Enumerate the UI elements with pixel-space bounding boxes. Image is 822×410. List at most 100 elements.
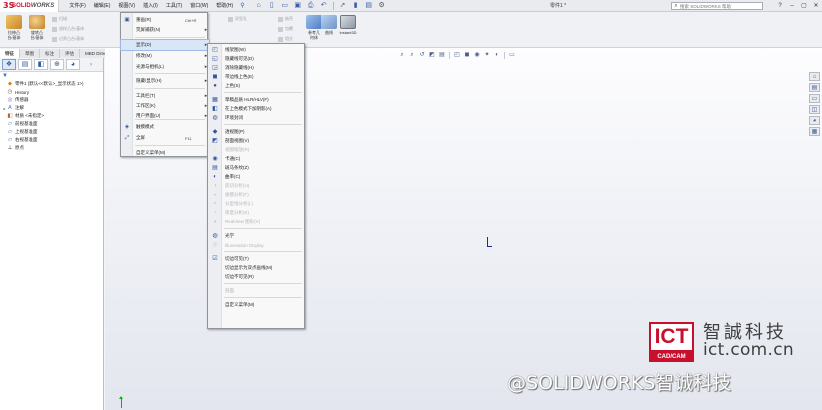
open-folder-icon[interactable]: ▭ (280, 1, 290, 11)
view-orientation-icon[interactable]: ◰ (453, 51, 461, 59)
wrap-button[interactable]: 包覆 (278, 26, 293, 32)
menu-file[interactable]: 文件(F) (65, 0, 89, 12)
restore-icon[interactable]: ▢ (798, 0, 810, 12)
pin-icon[interactable]: ⚲ (237, 2, 247, 9)
display-menu-item[interactable]: ◍ 环境封闭 (208, 114, 306, 122)
solidworks-logo[interactable]: 3S SOLIDWORKS (0, 0, 60, 12)
tree-item[interactable]: ◷ History (2, 88, 103, 96)
design-library-icon[interactable]: ▤ (809, 83, 820, 92)
display-menu-item[interactable]: ◐ 曲率(C) (208, 173, 306, 181)
menu-tools[interactable]: 工具(T) (162, 0, 186, 12)
tab-evaluate[interactable]: 评估 (60, 49, 80, 58)
solidworks-resources-icon[interactable]: ⌂ (809, 72, 820, 81)
tree-item[interactable]: ▱ 上视基准面 (2, 128, 103, 136)
display-menu-item[interactable]: ◩ 剖面视图(V) (208, 137, 306, 145)
display-menu-item[interactable]: ◲ 消除隐藏线(H) (208, 64, 306, 72)
extrude-boss-button[interactable]: 拉伸凸 台/基体 (3, 14, 25, 46)
tree-item[interactable]: ◆ 零件1 (默认<<默认>_显示状态 1>) (2, 80, 103, 88)
configuration-manager-tab-icon[interactable]: ◧ (34, 59, 48, 70)
display-menu-item[interactable]: 切边显示为双点画线(M) (208, 264, 306, 272)
menu-insert[interactable]: 插入(I) (139, 0, 162, 12)
boundary-boss-button[interactable]: 边界凸台/基体 (52, 36, 84, 42)
custom-properties-icon[interactable]: ▦ (809, 127, 820, 136)
display-menu-item[interactable]: 切边不可见(R) (208, 273, 306, 281)
display-menu-item[interactable]: ◉ 卡通(C) (208, 155, 306, 163)
tree-item[interactable]: ▸ A 注解 (2, 104, 103, 112)
dynamic-annotation-icon[interactable]: ▤ (438, 51, 446, 59)
view-menu-item[interactable]: 隐藏/显示(H) ▸ (121, 76, 209, 86)
more-tabs-chevron-icon[interactable]: › (90, 62, 92, 68)
minimize-icon[interactable]: – (786, 0, 798, 12)
sweep-button[interactable]: 扫描 (52, 16, 67, 22)
reference-triad[interactable] (118, 396, 126, 410)
menu-window[interactable]: 窗口(W) (186, 0, 212, 12)
menu-edit[interactable]: 编辑(E) (90, 0, 115, 12)
tree-item[interactable]: ▱ 前视基准面 (2, 120, 103, 128)
undo-icon[interactable]: ↶ (319, 1, 329, 11)
edit-appearance-icon[interactable]: ✦ (483, 51, 491, 59)
display-menu-item[interactable]: 自定义菜单(M) (208, 301, 306, 309)
display-menu-item[interactable]: ▦ 草稿品质 HLR/HLV(F) (208, 96, 306, 104)
view-menu-item[interactable]: 光源与相机(L) ▸ (121, 62, 209, 72)
help-question-icon[interactable]: ? (774, 0, 786, 12)
select-arrow-icon[interactable]: ➚ (338, 1, 348, 11)
zoom-to-fit-icon[interactable]: ⌕ (398, 51, 406, 59)
instant3d-button[interactable]: Instant3D (336, 14, 360, 46)
shell-button[interactable]: 抽壳 (278, 16, 293, 22)
hide-show-items-icon[interactable]: ◉ (473, 51, 481, 59)
tab-markup[interactable]: 标注 (40, 49, 60, 58)
view-menu-item[interactable]: 荧屏捕获(N) ▸ (121, 25, 209, 35)
hole-wizard-button[interactable]: 异型孔 (228, 16, 247, 22)
menu-view[interactable]: 视图(V) (114, 0, 139, 12)
property-manager-tab-icon[interactable]: ▤ (18, 59, 32, 70)
view-palette-icon[interactable]: ◫ (809, 105, 820, 114)
tree-item[interactable]: ⊥ 原点 (2, 144, 103, 152)
display-menu-item[interactable]: ▤ 斑马条纹(Z) (208, 164, 306, 172)
menu-help[interactable]: 帮助(H) (212, 0, 237, 12)
home-icon[interactable]: ⌂ (254, 1, 264, 11)
view-menu-item[interactable]: ◈ 触摸模式 (121, 122, 209, 132)
previous-view-icon[interactable]: ↺ (418, 51, 426, 59)
display-menu-item[interactable]: ☑ 切边可见(T) (208, 255, 306, 263)
search-icon[interactable]: ⌕ (672, 3, 680, 10)
display-menu-item[interactable]: ◰ 线架图(W) (208, 46, 306, 54)
appearances-icon[interactable]: ◕ (809, 116, 820, 125)
file-properties-icon[interactable]: ▤ (364, 1, 374, 11)
close-icon[interactable]: ✕ (810, 0, 822, 12)
display-menu-item[interactable]: ◧ 在上色模式下加阴影(A) (208, 105, 306, 113)
view-menu-item[interactable]: 工具栏(T) ▸ (121, 91, 209, 101)
apply-scene-icon[interactable]: ◐ (493, 51, 501, 59)
search-input[interactable] (680, 2, 758, 10)
display-menu-item[interactable]: ◍ 光学 (208, 232, 306, 240)
display-menu-item[interactable]: ● 上色(S) (208, 82, 306, 90)
display-manager-tab-icon[interactable]: ◕ (66, 59, 80, 70)
view-menu-item[interactable]: ⤢ 全屏 F11 (121, 133, 209, 143)
tree-item[interactable]: ◧ 材质 <未指定> (2, 112, 103, 120)
rebuild-icon[interactable]: ▮ (351, 1, 361, 11)
feature-manager-tab-icon[interactable]: ❖ (2, 59, 16, 70)
intersect-button[interactable]: 相交 (278, 36, 293, 42)
loft-button[interactable]: 放样凸台/基体 (52, 26, 84, 32)
tree-item[interactable]: ▱ 右视基准面 (2, 136, 103, 144)
view-settings-icon[interactable]: ▭ (508, 51, 516, 59)
display-style-icon[interactable]: ◼ (463, 51, 471, 59)
view-menu-item[interactable]: 自定义菜单(M) (121, 148, 209, 158)
tab-sketch[interactable]: 草图 (20, 49, 40, 58)
display-menu-item[interactable]: ◱ 隐藏线可见(D) (208, 55, 306, 63)
view-menu-item[interactable]: 显示(D) ▸ (120, 39, 210, 51)
file-explorer-icon[interactable]: ▭ (809, 94, 820, 103)
revolve-boss-button[interactable]: 旋转凸 台/基体 (26, 14, 48, 46)
filter-icon[interactable]: ▼ (0, 72, 103, 80)
new-document-icon[interactable]: ▯ (267, 1, 277, 11)
view-menu-item[interactable]: 修改(M) ▸ (121, 51, 209, 61)
tab-features[interactable]: 特征 (0, 49, 20, 58)
view-menu-item[interactable]: 工作区(K) ▸ (121, 101, 209, 111)
section-view-icon[interactable]: ◩ (428, 51, 436, 59)
options-gear-icon[interactable]: ⚙ (377, 1, 387, 11)
display-menu-item[interactable]: ◼ 带边线上色(E) (208, 73, 306, 81)
tree-item[interactable]: ◎ 传感器 (2, 96, 103, 104)
zoom-to-area-icon[interactable]: ⌕ (408, 51, 416, 59)
save-icon[interactable]: ▣ (293, 1, 303, 11)
display-menu-item[interactable]: ◆ 透视图(P) (208, 128, 306, 136)
dimxpert-manager-tab-icon[interactable]: ⊕ (50, 59, 64, 70)
